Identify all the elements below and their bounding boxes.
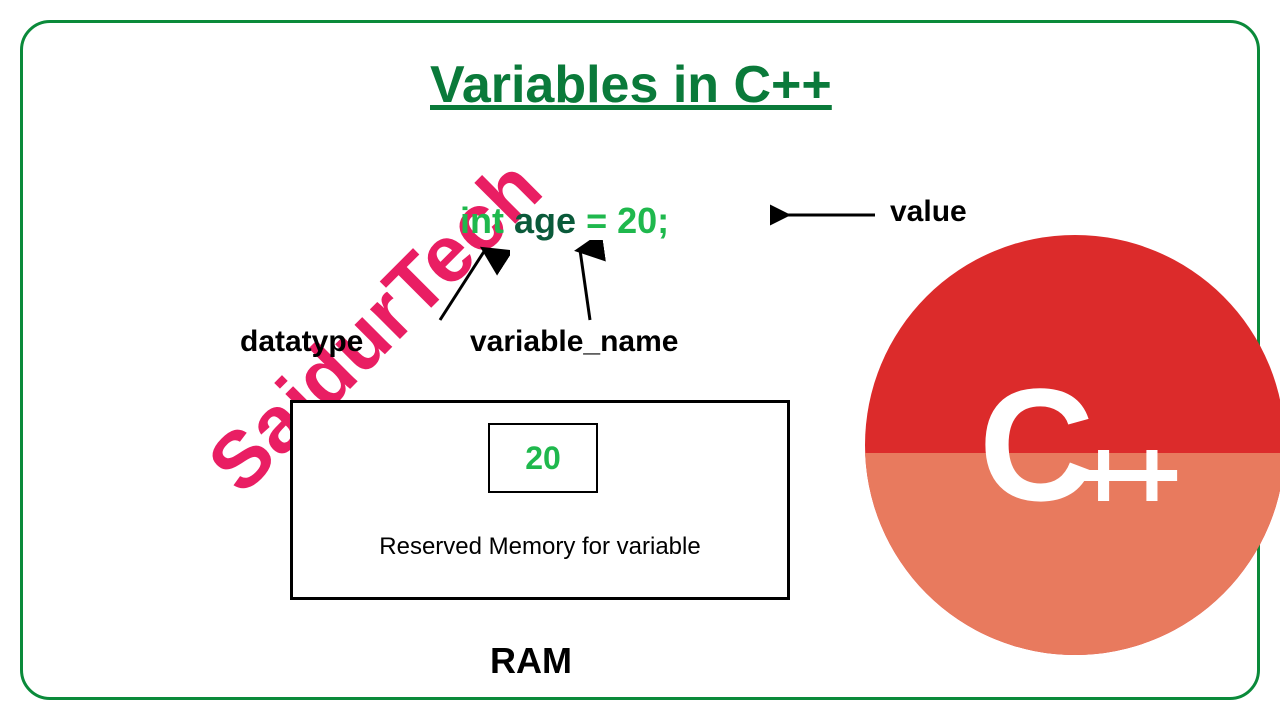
- label-variable-name: variable_name: [470, 325, 678, 359]
- label-value: value: [890, 195, 967, 229]
- arrow-value-icon: [770, 200, 880, 240]
- code-datatype: int: [460, 200, 504, 241]
- code-value: 20: [617, 200, 657, 241]
- code-equals: =: [586, 200, 607, 241]
- code-terminator: ;: [657, 200, 669, 241]
- arrow-varname-icon: [560, 240, 620, 330]
- code-declaration: int age = 20;: [460, 200, 669, 242]
- memory-caption: Reserved Memory for variable: [293, 533, 787, 561]
- cpp-logo-suffix: ++: [1074, 418, 1171, 533]
- arrow-datatype-icon: [430, 240, 510, 330]
- memory-box: 20 Reserved Memory for variable: [290, 400, 790, 600]
- cpp-logo: C++: [865, 235, 1280, 655]
- cpp-logo-circle: C++: [865, 235, 1280, 655]
- cpp-logo-text: C++: [865, 235, 1280, 655]
- code-varname: age: [514, 200, 576, 241]
- memory-cell: 20: [488, 423, 598, 493]
- page-title: Variables in C++: [430, 55, 832, 115]
- ram-label: RAM: [490, 640, 572, 682]
- label-datatype: datatype: [240, 325, 363, 359]
